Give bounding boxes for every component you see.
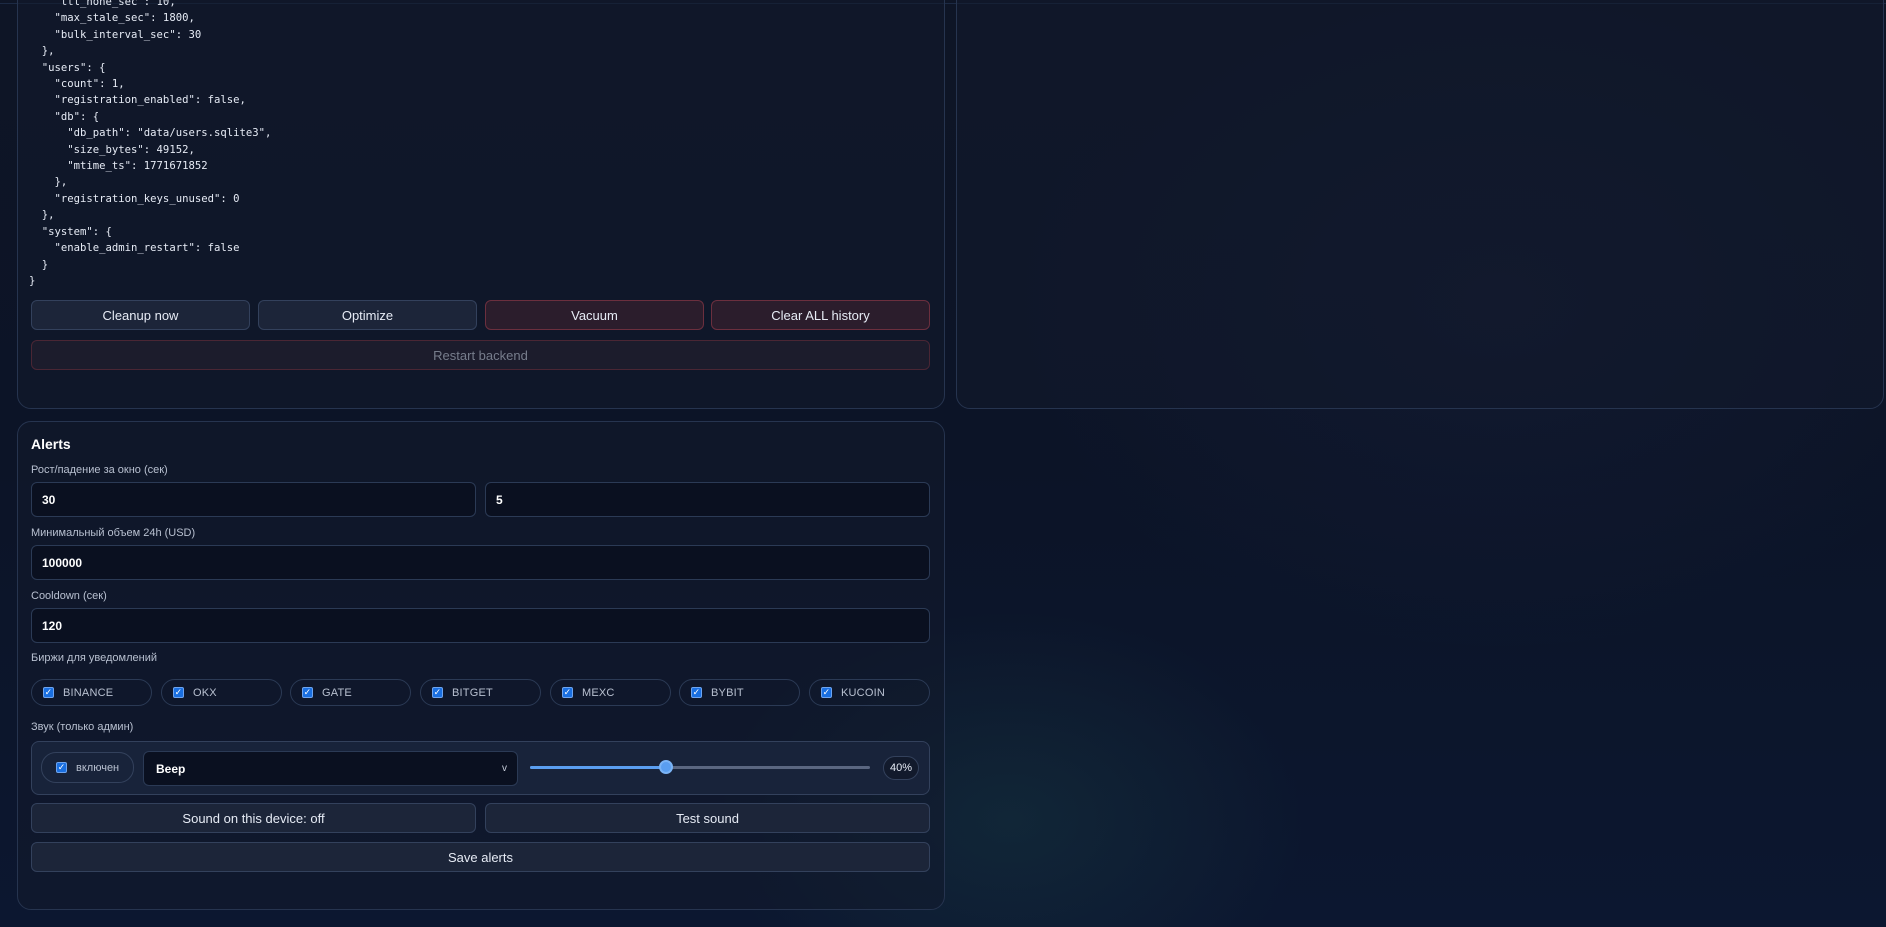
side-panel-card — [956, 0, 1884, 409]
volume-slider-fill — [530, 766, 666, 769]
sound-type-select[interactable]: Beep v — [143, 751, 518, 786]
chevron-down-icon: v — [502, 763, 507, 774]
device-sound-button[interactable]: Sound on this device: off — [31, 803, 476, 833]
exchange-chip-gate[interactable]: ✓ GATE — [290, 679, 411, 706]
exchange-label: MEXC — [582, 686, 615, 699]
window-label: Рост/падение за окно (сек) — [31, 464, 168, 476]
min-volume-input[interactable]: 100000 — [31, 545, 930, 580]
exchange-chip-bitget[interactable]: ✓ BITGET — [420, 679, 541, 706]
exchange-label: BINANCE — [63, 686, 114, 699]
sound-enabled-toggle[interactable]: ✓ включен — [41, 752, 134, 783]
checkbox-checked-icon[interactable]: ✓ — [43, 687, 54, 698]
save-alerts-button[interactable]: Save alerts — [31, 842, 930, 872]
volume-slider[interactable] — [530, 766, 870, 769]
exchange-label: KUCOIN — [841, 686, 885, 699]
window-seconds-input[interactable]: 30 — [31, 482, 476, 517]
checkbox-checked-icon[interactable]: ✓ — [432, 687, 443, 698]
exchange-chip-mexc[interactable]: ✓ MEXC — [550, 679, 671, 706]
exchange-chip-okx[interactable]: ✓ OKX — [161, 679, 282, 706]
checkbox-checked-icon[interactable]: ✓ — [821, 687, 832, 698]
exchange-chip-kucoin[interactable]: ✓ KUCOIN — [809, 679, 930, 706]
exchanges-label: Биржи для уведомлений — [31, 652, 157, 664]
exchange-label: OKX — [193, 686, 217, 699]
change-percent-input[interactable]: 5 — [485, 482, 930, 517]
checkbox-checked-icon[interactable]: ✓ — [302, 687, 313, 698]
exchange-label: BYBIT — [711, 686, 744, 699]
volume-label: Минимальный объем 24h (USD) — [31, 527, 196, 539]
vacuum-button[interactable]: Vacuum — [485, 300, 704, 330]
exchange-label: BITGET — [452, 686, 493, 699]
cooldown-input[interactable]: 120 — [31, 608, 930, 643]
volume-percent-badge: 40% — [883, 756, 919, 780]
sound-enabled-label: включен — [76, 761, 120, 774]
restart-backend-button[interactable]: Restart backend — [31, 340, 930, 370]
checkbox-checked-icon[interactable]: ✓ — [56, 762, 67, 773]
sound-type-value: Beep — [156, 761, 186, 776]
exchange-chip-bybit[interactable]: ✓ BYBIT — [679, 679, 800, 706]
alerts-title: Alerts — [31, 436, 71, 452]
exchange-label: GATE — [322, 686, 352, 699]
test-sound-button[interactable]: Test sound — [485, 803, 930, 833]
checkbox-checked-icon[interactable]: ✓ — [173, 687, 184, 698]
cooldown-label: Cooldown (сек) — [31, 590, 107, 602]
optimize-button[interactable]: Optimize — [258, 300, 477, 330]
cleanup-button[interactable]: Cleanup now — [31, 300, 250, 330]
checkbox-checked-icon[interactable]: ✓ — [562, 687, 573, 698]
exchange-chip-binance[interactable]: ✓ BINANCE — [31, 679, 152, 706]
volume-slider-thumb[interactable] — [659, 760, 673, 774]
sound-label: Звук (только админ) — [31, 721, 134, 733]
checkbox-checked-icon[interactable]: ✓ — [691, 687, 702, 698]
clear-all-history-button[interactable]: Clear ALL history — [711, 300, 930, 330]
status-json: "ttl_none_sec": 10, "max_stale_sec": 180… — [29, 0, 272, 287]
